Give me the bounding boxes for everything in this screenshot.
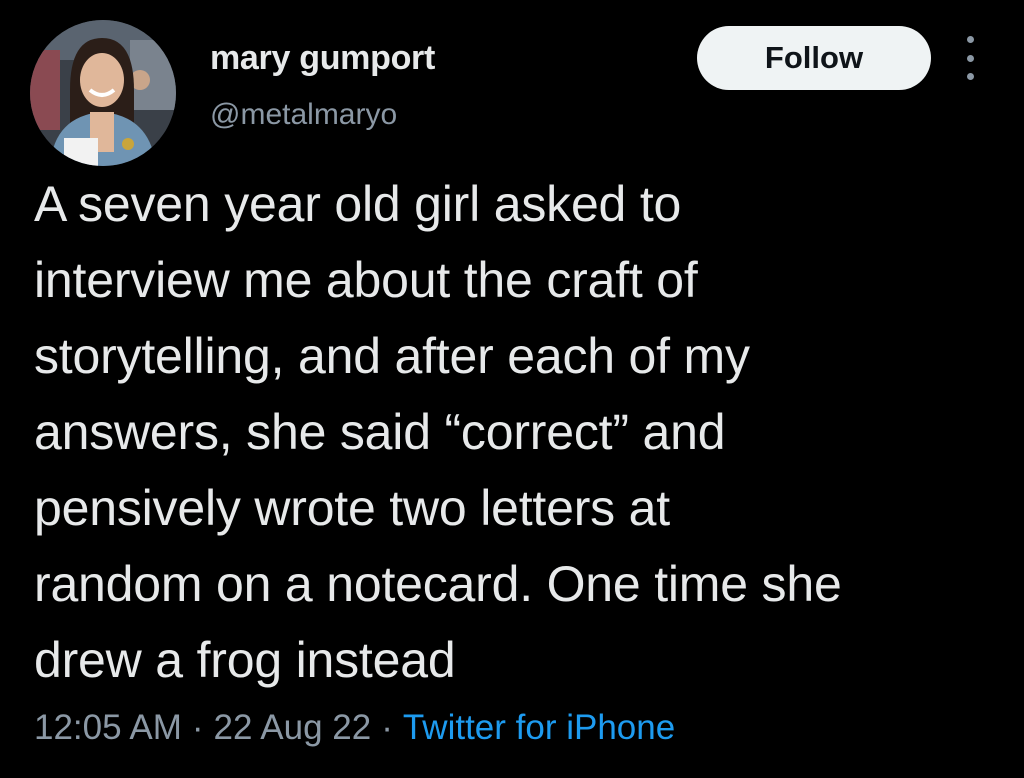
display-name[interactable]: mary gumport [210,38,435,78]
tweet-card: mary gumport @metalmaryo Follow A seven … [0,0,1024,778]
avatar[interactable] [30,20,176,166]
dot [966,36,974,43]
tweet-text-line: pensively wrote two letters at [34,480,670,536]
separator: · [381,708,393,747]
tweet-text-line: interview me about the craft of [34,252,698,308]
dot [966,54,974,62]
user-handle[interactable]: @metalmaryo [210,96,435,134]
tweet-date[interactable]: 22 Aug 22 [214,708,372,747]
tweet-text-line: random on a notecard. One time she [34,556,842,612]
tweet-source-link[interactable]: Twitter for iPhone [403,708,675,747]
tweet-text-line: A seven year old girl asked to [34,176,682,232]
tweet-text-line: drew a frog instead [34,632,456,688]
tweet-text: A seven year old girl asked to interview… [34,166,994,698]
tweet-time[interactable]: 12:05 AM [34,708,182,747]
profile-photo-icon [30,20,176,166]
tweet-text-line: answers, she said “correct” and [34,404,726,460]
tweet-meta: 12:05 AM · 22 Aug 22 · Twitter for iPhone [34,706,675,750]
separator: · [191,708,204,747]
dot [966,73,974,80]
tweet-text-line: storytelling, and after each of my [34,328,750,384]
follow-button[interactable]: Follow [697,26,931,90]
more-vertical-icon[interactable] [958,36,982,80]
user-info: mary gumport @metalmaryo [210,38,435,134]
